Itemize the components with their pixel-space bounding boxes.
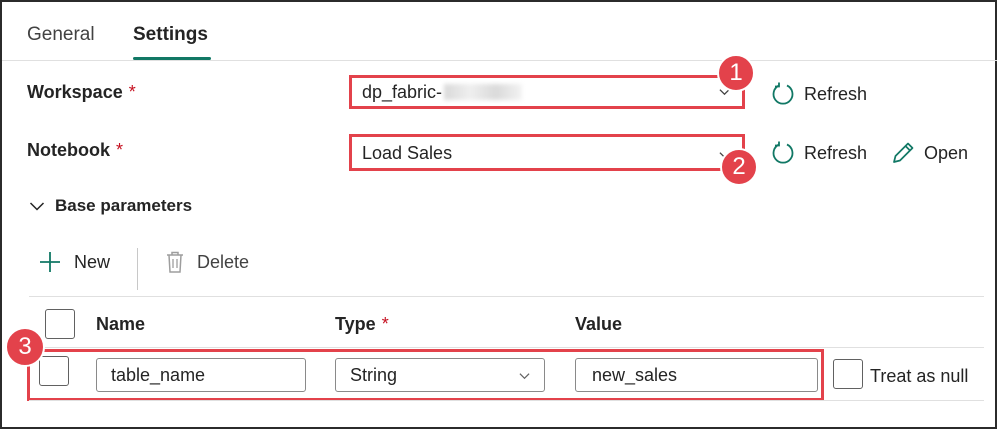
trash-icon [167,251,183,273]
notebook-dropdown[interactable]: Load Sales [349,134,745,171]
column-header-type: Type * [335,314,389,335]
callout-badge-2: 2 [720,148,758,186]
tab-general[interactable]: General [27,24,95,46]
tab-divider [2,60,997,61]
plus-icon [40,252,60,272]
new-parameter-button[interactable]: New [38,250,110,274]
pipeline-activity-settings-panel: General Settings Workspace * dp_fabric- 1… [0,0,997,429]
open-label: Open [924,142,969,163]
column-header-name: Name [96,314,146,334]
base-parameters-toggle[interactable]: Base parameters [29,196,192,216]
redacted-text [444,84,523,100]
workspace-dropdown-value: dp_fabric- [362,82,523,103]
refresh-label: Refresh [804,83,868,104]
callout-badge-3: 3 [5,327,45,367]
treat-as-null-label: Treat as null [870,366,969,386]
required-mark: * [128,82,136,102]
column-header-value: Value [575,314,623,334]
workspace-refresh-button[interactable]: Refresh [770,81,867,107]
chevron-down-icon [29,202,45,211]
required-mark: * [116,140,124,160]
pencil-icon [893,142,914,163]
column-header-type-text: Type [335,314,376,334]
notebook-open-button[interactable]: Open [890,140,968,166]
delete-parameter-button[interactable]: Delete [165,250,249,274]
header-row-border [29,347,984,348]
callout-badge-1: 1 [717,54,755,92]
new-label: New [74,251,111,272]
workspace-value-text: dp_fabric- [362,82,443,102]
base-parameters-title: Base parameters [55,196,193,215]
select-all-checkbox[interactable] [45,309,75,339]
notebook-label: Notebook * [27,140,123,161]
workspace-label: Workspace * [27,82,136,103]
delete-label: Delete [197,251,250,272]
refresh-icon [772,82,794,105]
row-highlight-box [27,349,824,401]
refresh-label: Refresh [804,142,868,163]
workspace-label-text: Workspace [27,82,123,102]
table-bottom-border [29,400,984,401]
notebook-label-text: Notebook [27,140,110,160]
required-mark: * [381,314,389,334]
notebook-dropdown-value: Load Sales [362,143,453,163]
treat-as-null-checkbox[interactable] [833,359,863,389]
refresh-icon [772,141,794,164]
toolbar-divider [137,248,138,290]
table-top-border [29,296,984,297]
tab-settings[interactable]: Settings [133,24,208,46]
workspace-dropdown[interactable]: dp_fabric- [349,75,745,109]
notebook-refresh-button[interactable]: Refresh [770,140,867,166]
